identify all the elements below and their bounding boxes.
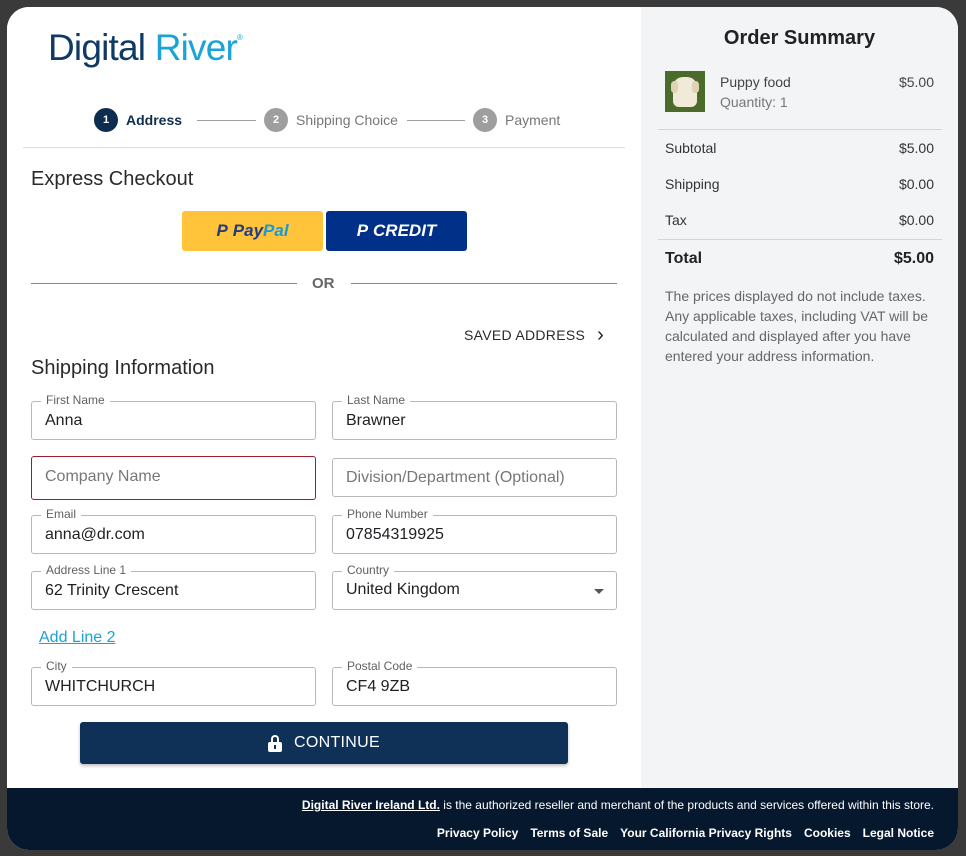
paypal-button[interactable]: P Pay Pal [182, 211, 323, 251]
product-thumbnail [665, 71, 705, 112]
first-name-value: Anna [45, 412, 83, 429]
subtotal-row: Subtotal $5.00 [665, 140, 934, 156]
first-name-field[interactable]: First Name Anna [31, 393, 316, 440]
footer-links: Privacy Policy Terms of Sale Your Califo… [437, 826, 934, 840]
paypal-credit-button[interactable]: P CREDIT [326, 211, 467, 251]
city-value: WHITCHURCH [45, 678, 156, 695]
continue-label: CONTINUE [294, 734, 380, 751]
or-label: OR [312, 275, 335, 292]
shipping-information-title: Shipping Information [31, 357, 215, 379]
postal-code-field[interactable]: Postal Code CF4 9ZB [332, 659, 617, 706]
reseller-link[interactable]: Digital River Ireland Ltd. [302, 798, 440, 812]
address-line-1-label: Address Line 1 [41, 563, 132, 577]
or-divider-left [31, 283, 297, 284]
tax-row: Tax $0.00 [665, 212, 934, 228]
step-label-shipping-choice: Shipping Choice [296, 112, 398, 128]
step-label-address: Address [126, 112, 183, 128]
company-name-field[interactable]: Company Name [31, 456, 316, 500]
checkout-stepper: 1 Address 2 Shipping Choice 3 Payment [94, 108, 564, 132]
paypal-icon: P [216, 221, 228, 240]
paypal-label-pay: Pay [232, 221, 264, 240]
item-quantity: Quantity: 1 [720, 94, 788, 110]
legal-notice-link[interactable]: Legal Notice [863, 826, 934, 840]
company-name-placeholder: Company Name [45, 468, 161, 485]
step-shipping-choice: 2 Shipping Choice [264, 108, 398, 132]
last-name-value: Brawner [346, 412, 406, 429]
step-connector [407, 120, 465, 121]
cookies-link[interactable]: Cookies [804, 826, 851, 840]
continue-button[interactable]: CONTINUE [80, 722, 568, 764]
tax-notice: The prices displayed do not include taxe… [665, 288, 929, 364]
saved-address-label: SAVED ADDRESS [464, 327, 586, 343]
step-number-3: 3 [473, 108, 497, 132]
or-divider-right [351, 283, 617, 284]
tax-value: $0.00 [898, 212, 934, 228]
step-connector [197, 120, 256, 121]
summary-divider [658, 239, 942, 240]
subtotal-value: $5.00 [898, 140, 934, 156]
logo-registered-mark: ® [237, 33, 243, 42]
chevron-right-icon: › [597, 324, 605, 346]
shipping-row: Shipping $0.00 [665, 176, 934, 192]
city-label: City [41, 659, 72, 673]
step-number-1: 1 [94, 108, 118, 132]
paypal-credit-label: CREDIT [373, 221, 437, 240]
shipping-label: Shipping [665, 176, 720, 192]
first-name-label: First Name [41, 393, 110, 407]
logo-text-digital: Digital [48, 27, 146, 68]
step-address: 1 Address [94, 108, 182, 132]
item-name: Puppy food [720, 74, 791, 90]
saved-address-link[interactable]: SAVED ADDRESS › [464, 325, 604, 345]
country-label: Country [342, 563, 395, 577]
country-value: United Kingdom [346, 581, 460, 598]
last-name-label: Last Name [342, 393, 411, 407]
email-field[interactable]: Email anna@dr.com [31, 507, 316, 554]
phone-number-value: 07854319925 [346, 526, 444, 543]
subtotal-label: Subtotal [665, 140, 717, 156]
phone-number-label: Phone Number [342, 507, 433, 521]
address-line-1-field[interactable]: Address Line 1 62 Trinity Crescent [31, 563, 316, 610]
division-department-placeholder: Division/Department (Optional) [346, 469, 565, 486]
paypal-label-pal: Pal [263, 221, 289, 240]
dropdown-caret-icon [594, 589, 604, 594]
add-line-2-link[interactable]: Add Line 2 [39, 629, 116, 647]
email-label: Email [41, 507, 82, 521]
order-summary-panel: Order Summary Puppy food Quantity: 1 $5.… [641, 7, 958, 788]
summary-divider [658, 129, 942, 130]
address-line-1-value: 62 Trinity Crescent [45, 582, 179, 599]
shipping-value: $0.00 [898, 176, 934, 192]
step-number-2: 2 [264, 108, 288, 132]
last-name-field[interactable]: Last Name Brawner [332, 393, 617, 440]
phone-number-field[interactable]: Phone Number 07854319925 [332, 507, 617, 554]
country-select[interactable]: Country United Kingdom [332, 563, 617, 610]
city-field[interactable]: City WHITCHURCH [31, 659, 316, 706]
reseller-notice: Digital River Ireland Ltd. is the author… [302, 798, 934, 812]
reseller-text: is the authorized reseller and merchant … [439, 798, 934, 812]
lock-icon [268, 734, 283, 752]
express-checkout-title: Express Checkout [31, 168, 194, 190]
order-summary-title: Order Summary [723, 27, 876, 49]
privacy-policy-link[interactable]: Privacy Policy [437, 826, 518, 840]
email-value: anna@dr.com [45, 526, 145, 543]
header-divider [23, 147, 625, 148]
logo-text-river: River [154, 27, 238, 68]
tax-label: Tax [665, 212, 687, 228]
step-payment: 3 Payment [473, 108, 560, 132]
total-value: $5.00 [893, 250, 934, 267]
total-label: Total [665, 250, 703, 267]
total-row: Total $5.00 [665, 250, 934, 268]
division-department-field[interactable]: Division/Department (Optional) [332, 458, 617, 497]
item-price: $5.00 [898, 74, 934, 90]
footer: Digital River Ireland Ltd. is the author… [7, 788, 958, 850]
digital-river-logo: Digital River® [48, 27, 243, 69]
postal-code-label: Postal Code [342, 659, 418, 673]
paypal-icon: P [356, 221, 369, 240]
checkout-main-panel: Digital River® 1 Address 2 Shipping Choi… [7, 7, 641, 788]
postal-code-value: CF4 9ZB [346, 678, 411, 695]
step-label-payment: Payment [505, 112, 561, 128]
terms-of-sale-link[interactable]: Terms of Sale [530, 826, 608, 840]
checkout-window: Digital River® 1 Address 2 Shipping Choi… [7, 7, 958, 850]
california-privacy-link[interactable]: Your California Privacy Rights [620, 826, 792, 840]
